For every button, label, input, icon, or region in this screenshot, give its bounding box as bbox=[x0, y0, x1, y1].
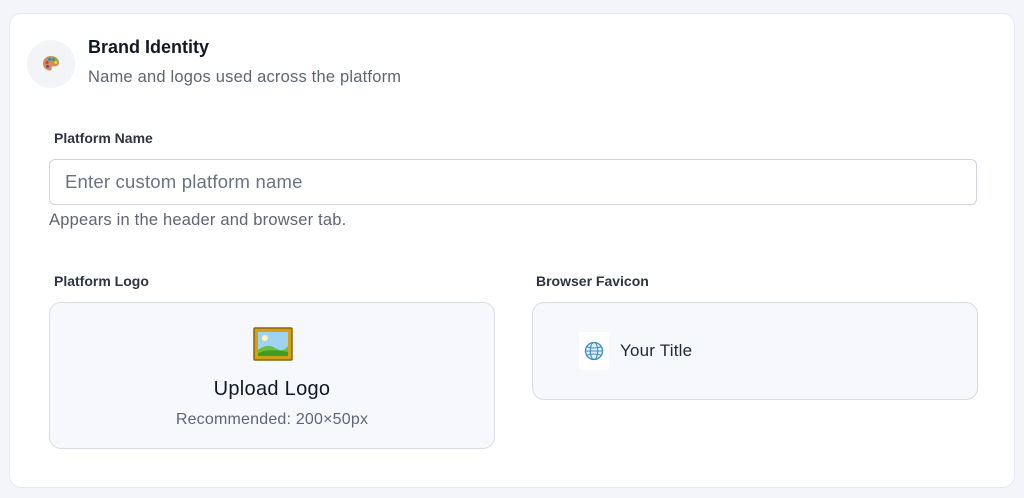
platform-logo-label: Platform Logo bbox=[54, 273, 149, 289]
framed-picture-icon bbox=[253, 327, 293, 361]
logo-size-recommendation: Recommended: 200×50px bbox=[175, 411, 369, 428]
platform-name-input[interactable] bbox=[49, 159, 977, 205]
section-title: Brand Identity bbox=[88, 37, 210, 57]
section-subtitle: Name and logos used across the platform bbox=[88, 68, 402, 86]
platform-name-label: Platform Name bbox=[54, 130, 153, 146]
favicon-preview-title: Your Title bbox=[620, 341, 693, 360]
favicon-preview[interactable]: Your Title bbox=[532, 302, 978, 400]
upload-logo-dropzone[interactable]: Upload Logo Recommended: 200×50px bbox=[49, 302, 495, 449]
upload-logo-label: Upload Logo bbox=[213, 378, 331, 400]
globe-icon bbox=[579, 332, 609, 370]
platform-name-help: Appears in the header and browser tab. bbox=[49, 211, 347, 229]
browser-favicon-label: Browser Favicon bbox=[536, 273, 649, 289]
brand-identity-card: Brand Identity Name and logos used acros… bbox=[9, 13, 1015, 488]
palette-icon bbox=[27, 40, 75, 88]
